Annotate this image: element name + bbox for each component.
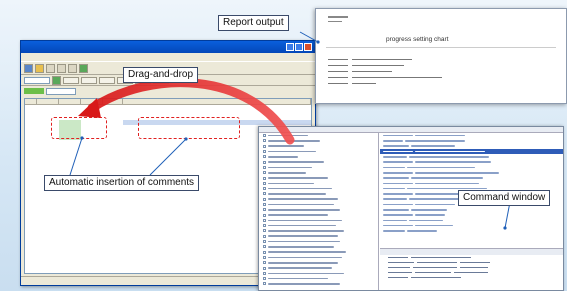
- drag-and-drop-callout: Drag-and-drop: [123, 67, 199, 83]
- report-output-callout: Report output: [218, 15, 289, 31]
- report-output-leader: [299, 31, 319, 43]
- drag-arrow-head: [78, 98, 101, 118]
- auto-insertion-leader-1: [69, 137, 83, 176]
- drag-arrow: [87, 78, 295, 145]
- auto-insertion-leader-2: [149, 138, 187, 176]
- command-window-callout: Command window: [458, 190, 551, 206]
- auto-insertion-callout: Automatic insertion of comments: [44, 175, 200, 191]
- annotation-overlay: [69, 31, 511, 230]
